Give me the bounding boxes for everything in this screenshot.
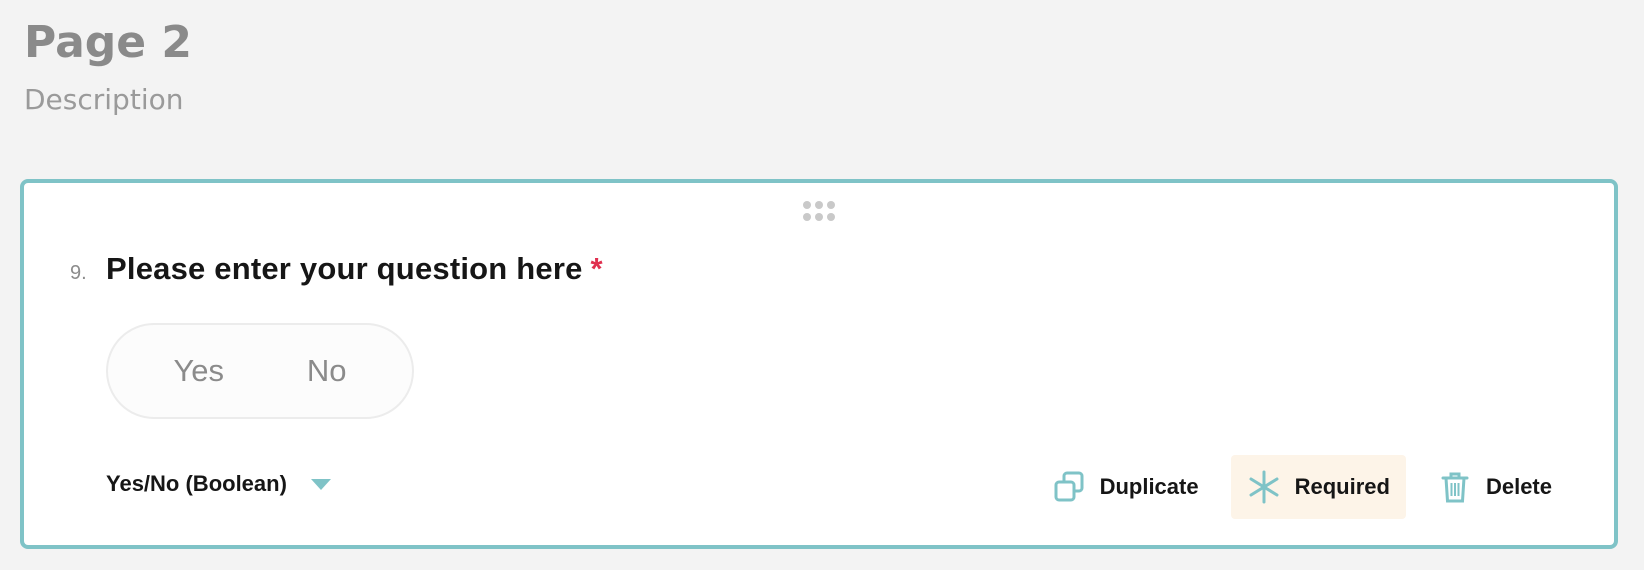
required-button[interactable]: Required (1230, 455, 1406, 519)
chevron-down-icon[interactable] (310, 478, 331, 490)
question-type-label: Yes/No (Boolean) (106, 471, 287, 496)
duplicate-label: Duplicate (1099, 474, 1199, 499)
question-header: 9. Please enter your question here * (70, 251, 603, 287)
boolean-switch[interactable]: Yes No (106, 323, 414, 419)
question-type-select[interactable]: Yes/No (Boolean) (106, 471, 331, 497)
question-number: 9. (70, 262, 87, 284)
page-header: Page 2 Description (24, 14, 192, 116)
delete-button[interactable]: Delete (1422, 455, 1568, 519)
question-title[interactable]: Please enter your question here (106, 251, 583, 287)
duplicate-button[interactable]: Duplicate (1036, 455, 1215, 519)
drag-handle-icon[interactable] (803, 201, 835, 221)
page-title[interactable]: Page 2 (24, 14, 192, 71)
trash-icon (1438, 470, 1472, 504)
question-card[interactable]: 9. Please enter your question here * Yes… (20, 179, 1618, 549)
required-marker: * (590, 251, 603, 286)
required-label: Required (1294, 474, 1390, 499)
action-bar: Duplicate Required Delete (1020, 455, 1568, 519)
asterisk-icon (1247, 470, 1281, 504)
delete-label: Delete (1485, 474, 1552, 499)
option-no[interactable]: No (307, 353, 347, 389)
copy-icon (1052, 470, 1086, 504)
page-description[interactable]: Description (24, 83, 192, 116)
option-yes[interactable]: Yes (173, 353, 224, 389)
